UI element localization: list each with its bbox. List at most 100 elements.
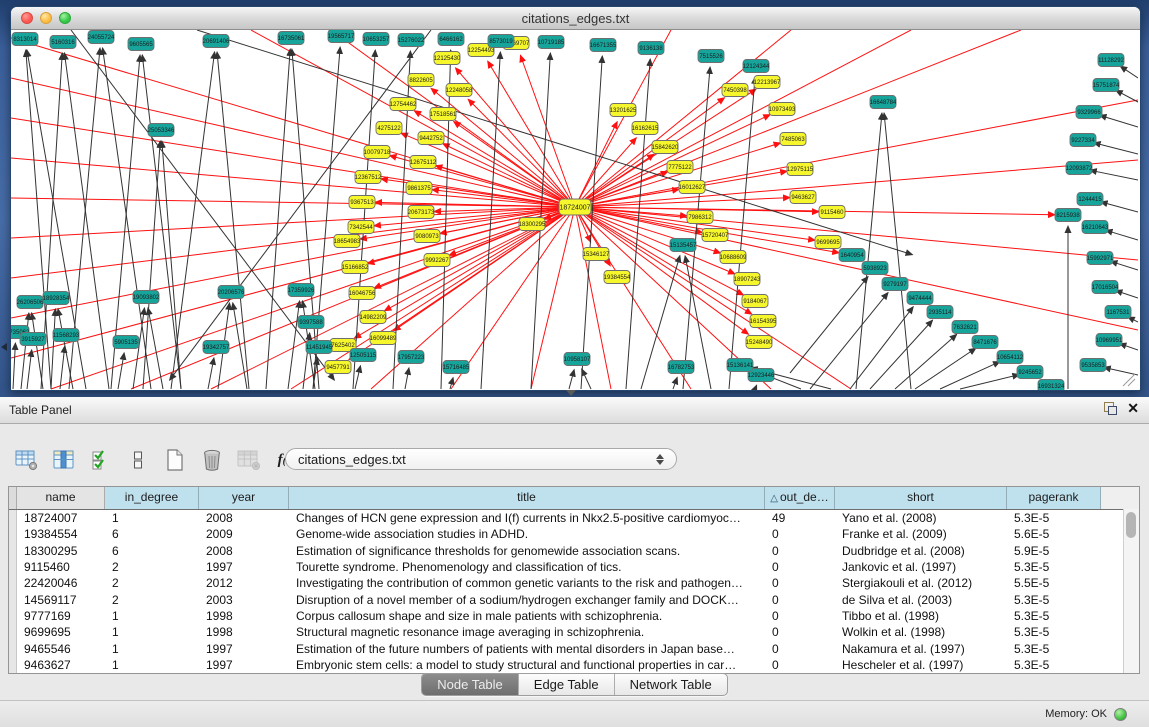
delete-table-icon[interactable] — [199, 447, 225, 473]
network-node[interactable]: 20673173 — [408, 206, 435, 219]
table-cell[interactable]: 9465546 — [17, 642, 105, 656]
network-node[interactable]: 10958107 — [564, 353, 591, 366]
table-cell[interactable]: 1997 — [199, 642, 289, 656]
table-cell[interactable]: Nakamura et al. (1997) — [835, 642, 1007, 656]
network-node[interactable]: 7986312 — [687, 211, 713, 224]
table-cell[interactable]: 2008 — [199, 544, 289, 558]
network-node[interactable]: 8573019 — [488, 35, 514, 48]
network-node[interactable]: 5905135 — [113, 336, 139, 349]
network-node[interactable]: 15166852 — [342, 261, 369, 274]
table-cell[interactable]: 2003 — [199, 593, 289, 607]
column-header-title[interactable]: title — [289, 487, 765, 509]
network-node[interactable]: 1167531 — [1105, 306, 1131, 319]
network-node[interactable]: 3915927 — [20, 333, 46, 346]
table-cell[interactable]: Corpus callosum shape and size in male p… — [289, 609, 765, 623]
network-node[interactable]: 18928354 — [43, 292, 70, 305]
network-node[interactable]: 16735061 — [278, 32, 305, 45]
network-node[interactable]: 17359926 — [288, 284, 315, 297]
table-cell[interactable]: 0 — [765, 576, 835, 590]
network-node[interactable]: 8313014 — [12, 33, 38, 46]
table-cell[interactable]: 0 — [765, 609, 835, 623]
network-node[interactable]: 5938923 — [862, 262, 888, 275]
table-cell[interactable]: 6 — [105, 544, 199, 558]
network-node[interactable]: 9861375 — [406, 182, 432, 195]
table-cell[interactable]: 9777169 — [17, 609, 105, 623]
table-cell[interactable]: 18300295 — [17, 544, 105, 558]
network-node[interactable]: 12248058 — [446, 84, 473, 97]
table-cell[interactable]: Structural magnetic resonance image aver… — [289, 625, 765, 639]
network-node[interactable]: 16782753 — [668, 361, 695, 374]
network-node[interactable]: 9184067 — [742, 295, 768, 308]
network-node[interactable]: 9605565 — [128, 38, 154, 51]
table-cell[interactable]: 9115460 — [17, 560, 105, 574]
table-row[interactable]: 969969511998Structural magnetic resonanc… — [9, 624, 1139, 640]
close-panel-icon[interactable]: ✕ — [1127, 401, 1139, 415]
table-vertical-scrollbar[interactable] — [1123, 509, 1139, 673]
table-row[interactable]: 1938455462009Genome-wide association stu… — [9, 526, 1139, 542]
table-cell[interactable]: 0 — [765, 560, 835, 574]
table-cell[interactable]: 1997 — [199, 658, 289, 672]
network-node[interactable]: 19384554 — [604, 271, 631, 284]
network-node[interactable]: 18907243 — [734, 273, 761, 286]
column-header-in_degree[interactable]: in_degree — [105, 487, 199, 509]
network-node[interactable]: 8822605 — [408, 74, 434, 87]
table-cell[interactable]: 5.5E-5 — [1007, 576, 1101, 590]
network-node[interactable]: 12675112 — [410, 156, 437, 169]
table-cell[interactable]: 18724007 — [17, 511, 105, 525]
network-node[interactable]: 7485063 — [780, 133, 806, 146]
network-node[interactable]: 9457791 — [325, 361, 351, 374]
network-node[interactable]: 12213967 — [754, 76, 781, 89]
table-cell[interactable]: 0 — [765, 625, 835, 639]
table-cell[interactable]: Jankovic et al. (1997) — [835, 560, 1007, 574]
network-node[interactable]: 15248490 — [746, 336, 773, 349]
table-cell[interactable]: 2 — [105, 560, 199, 574]
network-node[interactable]: 18300295 — [519, 218, 546, 231]
network-canvas[interactable]: 1212543088226051275446242751221007971812… — [11, 30, 1140, 390]
table-row[interactable]: 2242004622012Investigating the contribut… — [9, 575, 1139, 591]
network-node[interactable]: 9080973 — [414, 230, 440, 243]
table-cell[interactable]: 14569117 — [17, 593, 105, 607]
table-cell[interactable]: 1 — [105, 625, 199, 639]
network-node[interactable]: 9474444 — [907, 292, 933, 305]
network-node[interactable]: 10079718 — [364, 146, 391, 159]
table-cell[interactable]: 2 — [105, 593, 199, 607]
column-header-year[interactable]: year — [199, 487, 289, 509]
table-cell[interactable]: 1998 — [199, 609, 289, 623]
column-header-name[interactable]: name — [17, 487, 105, 509]
network-node[interactable]: 14982209 — [360, 311, 387, 324]
table-cell[interactable]: Franke et al. (2009) — [835, 527, 1007, 541]
network-node[interactable]: 7775122 — [667, 161, 693, 174]
table-cell[interactable]: 2 — [105, 576, 199, 590]
minimize-window-button[interactable] — [40, 12, 52, 24]
network-node[interactable]: 17518561 — [430, 108, 457, 121]
network-node[interactable]: 9463627 — [790, 191, 816, 204]
network-node[interactable]: 12125430 — [434, 52, 461, 65]
network-node[interactable]: 9329966 — [1076, 106, 1102, 119]
network-node[interactable]: 10719185 — [538, 36, 565, 49]
collapse-left-panel-icon[interactable] — [1, 343, 7, 351]
panel-splitter-handle[interactable] — [566, 390, 576, 396]
table-settings-icon[interactable] — [14, 447, 40, 473]
network-node[interactable]: 16012627 — [679, 181, 706, 194]
network-node[interactable]: 19342757 — [203, 341, 230, 354]
table-cell[interactable]: Yano et al. (2008) — [835, 511, 1007, 525]
table-cell[interactable]: 1 — [105, 609, 199, 623]
network-node[interactable]: 15135457 — [670, 239, 697, 252]
network-node[interactable]: 6466162 — [438, 33, 464, 46]
network-graph[interactable]: 1212543088226051275446242751221007971812… — [11, 30, 1138, 390]
network-node[interactable]: 9535853 — [1080, 359, 1106, 372]
table-cell[interactable]: 1 — [105, 511, 199, 525]
network-node[interactable]: 5160316 — [50, 36, 76, 49]
network-node[interactable]: 15842620 — [652, 141, 679, 154]
table-cell[interactable]: 2012 — [199, 576, 289, 590]
table-row[interactable]: 1872400712008Changes of HCN gene express… — [9, 510, 1139, 526]
window-resize-grip-icon[interactable] — [1123, 374, 1135, 386]
table-cell[interactable]: 9463627 — [17, 658, 105, 672]
table-cell[interactable]: 0 — [765, 658, 835, 672]
network-node[interactable]: 15992971 — [1087, 252, 1114, 265]
network-node[interactable]: 9136138 — [638, 42, 664, 55]
table-cell[interactable]: 0 — [765, 593, 835, 607]
network-node[interactable]: 19093802 — [133, 291, 160, 304]
table-cell[interactable]: 0 — [765, 642, 835, 656]
network-node[interactable]: 8471676 — [972, 336, 998, 349]
